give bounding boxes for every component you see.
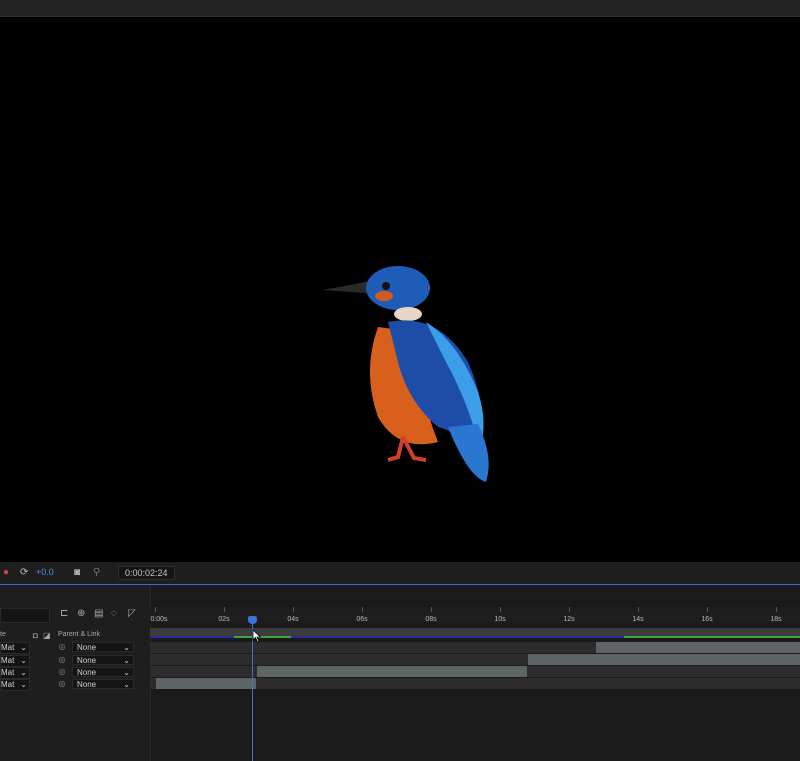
ruler-tick — [293, 607, 294, 612]
ruler-tick — [707, 607, 708, 612]
ruler-label: 06s — [356, 616, 368, 623]
graph-editor-icon[interactable]: ◸ — [128, 608, 136, 619]
pickwhip-icon[interactable]: ◎ — [56, 642, 68, 651]
chevron-down-icon: ⌄ — [20, 680, 27, 689]
layer-track — [150, 654, 800, 665]
parent-column-header: Parent & Link — [58, 631, 101, 638]
layer-row[interactable]: Mat ⌄ ◎ None ⌄ — [0, 667, 150, 679]
chevron-down-icon: ⌄ — [20, 668, 27, 677]
composition-flowchart-icon[interactable]: ⊏ — [60, 608, 68, 619]
render-cache-green-segment — [624, 636, 800, 638]
current-time-display[interactable]: 0:00:02:24 — [118, 566, 175, 580]
show-snapshot-icon[interactable]: ⚲ — [93, 567, 100, 578]
ruler-label: 14s — [632, 616, 644, 623]
ruler-tick — [431, 607, 432, 612]
parent-value: None — [77, 680, 97, 689]
viewer-toolbar: ● ⟳ +0.0 ◙ ⚲ 0:00:02:24 — [0, 562, 800, 584]
ruler-tick — [362, 607, 363, 612]
ruler-tick — [500, 607, 501, 612]
chevron-down-icon: ⌄ — [123, 656, 130, 665]
camera-icon[interactable]: ◙ — [74, 567, 80, 578]
draft-3d-icon[interactable]: ⊕ — [77, 608, 85, 619]
ruler-tick — [224, 607, 225, 612]
alpha-toggle-icon: ◪ — [43, 631, 51, 640]
color-wheel-icon[interactable]: ● — [3, 567, 9, 578]
motion-blur-icon[interactable]: ◌ — [111, 608, 117, 619]
track-matte-value: Mat — [1, 656, 15, 665]
layer-track — [150, 678, 800, 689]
track-matte-dropdown[interactable]: Mat ⌄ — [0, 667, 30, 679]
ruler-tick — [638, 607, 639, 612]
ruler-label: 16s — [701, 616, 713, 623]
pickwhip-icon[interactable]: ◎ — [56, 655, 68, 664]
ruler-label: 12s — [563, 616, 575, 623]
parent-dropdown[interactable]: None ⌄ — [72, 679, 134, 689]
pickwhip-icon[interactable]: ◎ — [56, 679, 68, 688]
track-matte-column-header: te — [0, 631, 6, 638]
chevron-down-icon: ⌄ — [123, 668, 130, 677]
layer-row[interactable]: Mat ⌄ ◎ None ⌄ — [0, 655, 150, 667]
chevron-down-icon: ⌄ — [20, 656, 27, 665]
chevron-down-icon: ⌄ — [123, 643, 130, 652]
track-matte-value: Mat — [1, 643, 15, 652]
layer-clip[interactable] — [596, 642, 800, 653]
render-cache-green-segment — [234, 636, 291, 638]
app-top-strip — [0, 0, 800, 17]
track-matte-value: Mat — [1, 668, 15, 677]
matte-toggle-icon: ◘ — [33, 631, 38, 640]
layer-clip[interactable] — [257, 666, 527, 677]
ruler-label: 08s — [425, 616, 437, 623]
layer-clip[interactable] — [528, 654, 800, 665]
layer-clip[interactable] — [156, 678, 256, 689]
ruler-label: 0:00s — [150, 616, 168, 623]
chevron-down-icon: ⌄ — [20, 643, 27, 652]
ruler-label: 18s — [770, 616, 782, 623]
layer-row[interactable]: Mat ⌄ ◎ None ⌄ — [0, 642, 150, 654]
refresh-icon[interactable]: ⟳ — [20, 567, 28, 578]
pickwhip-icon[interactable]: ◎ — [56, 667, 68, 676]
parent-dropdown[interactable]: None ⌄ — [72, 667, 134, 677]
track-matte-dropdown[interactable]: Mat ⌄ — [0, 655, 30, 667]
ruler-tick — [776, 607, 777, 612]
track-matte-value: Mat — [1, 680, 15, 689]
composition-viewer[interactable] — [0, 17, 800, 562]
ruler-label: 02s — [218, 616, 230, 623]
parent-value: None — [77, 656, 97, 665]
layer-list-panel: ⊏ ⊕ ▤ ◌ ◸ te ◘ ◪ Parent & Link Mat ⌄ ◎ No… — [0, 585, 151, 761]
ruler-tick — [569, 607, 570, 612]
layer-row[interactable]: Mat ⌄ ◎ None ⌄ — [0, 679, 150, 691]
parent-value: None — [77, 668, 97, 677]
track-matte-dropdown[interactable]: Mat ⌄ — [0, 679, 30, 691]
parent-dropdown[interactable]: None ⌄ — [72, 655, 134, 665]
layer-track — [150, 642, 800, 653]
layer-search-input[interactable] — [0, 608, 50, 623]
exposure-value[interactable]: +0.0 — [36, 567, 54, 577]
parent-dropdown[interactable]: None ⌄ — [72, 642, 134, 652]
work-area-bar[interactable] — [150, 628, 800, 638]
ruler-label: 10s — [494, 616, 506, 623]
layer-track — [150, 666, 800, 677]
frame-blending-icon[interactable]: ▤ — [94, 608, 103, 619]
ruler-label: 04s — [287, 616, 299, 623]
chevron-down-icon: ⌄ — [123, 680, 130, 689]
kingfisher-image — [323, 266, 489, 482]
mouse-cursor-icon — [252, 629, 262, 643]
parent-value: None — [77, 643, 97, 652]
timeline-panel: ⊏ ⊕ ▤ ◌ ◸ te ◘ ◪ Parent & Link Mat ⌄ ◎ No… — [0, 585, 800, 761]
ruler-tick — [155, 607, 156, 612]
track-matte-dropdown[interactable]: Mat ⌄ — [0, 642, 30, 654]
